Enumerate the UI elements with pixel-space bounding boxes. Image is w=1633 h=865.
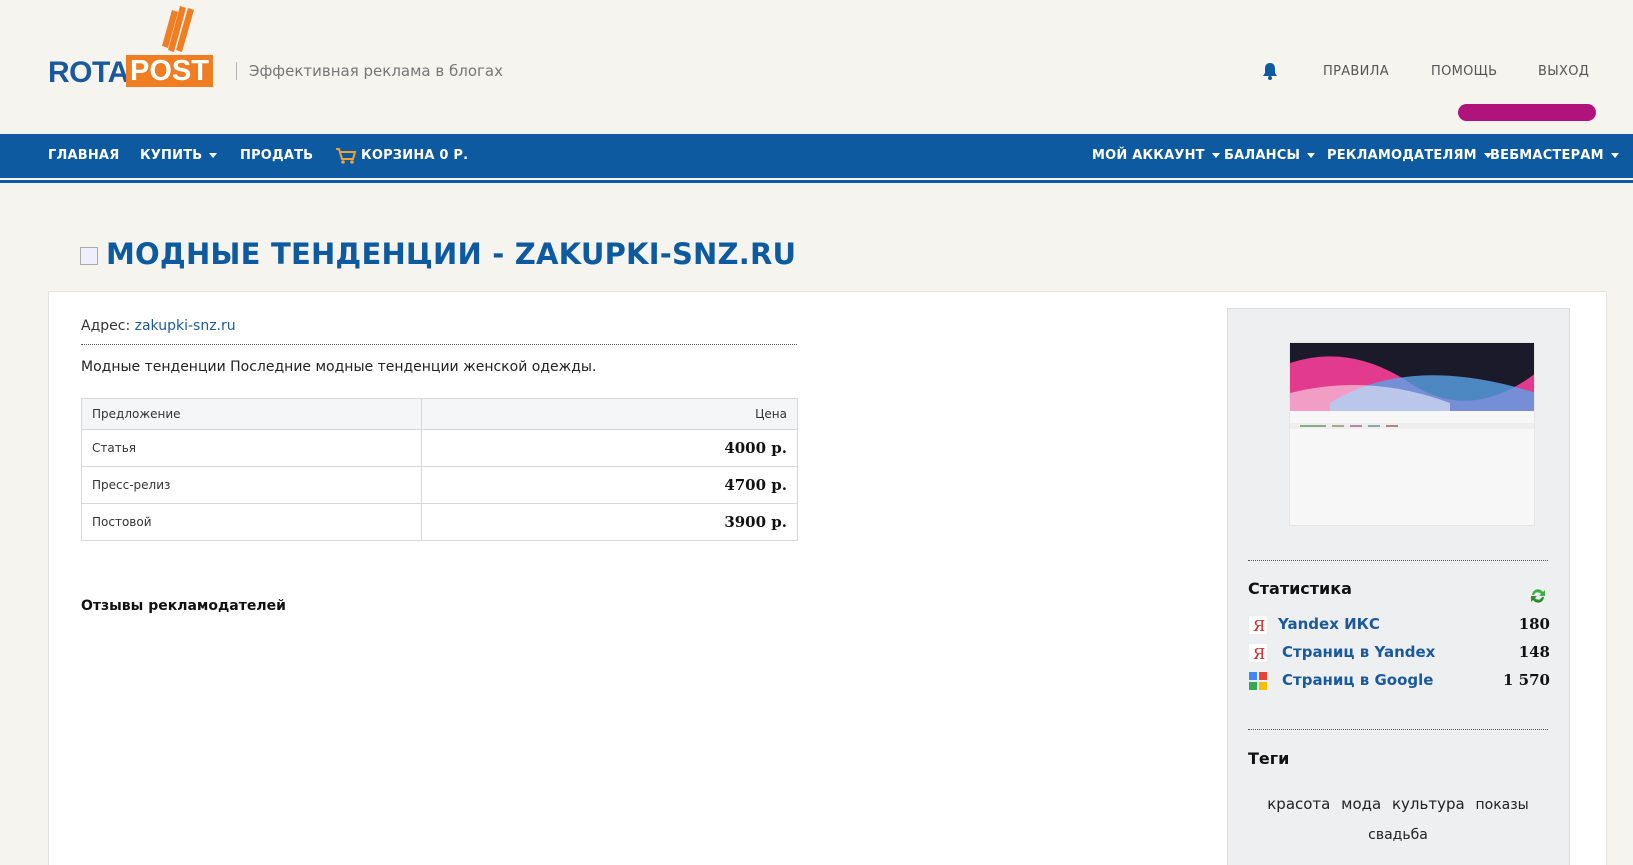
nav-label: ГЛАВНАЯ [48,148,120,163]
google-icon [1249,672,1267,690]
pencil-logo-icon [162,6,194,52]
logo-text-post: POST [126,55,213,87]
offer-name: Постовой [81,503,422,541]
offer-name: Статья [81,429,422,467]
site-card: Адрес: zakupki-snz.ru Модные тенденции П… [48,291,1607,865]
col-header-offer[interactable]: Предложение [81,398,422,430]
bell-icon[interactable] [1260,61,1280,81]
logo-text-rota: ROTA [48,56,129,89]
tagline: Эффективная реклама в блогах [236,62,503,80]
reviews-heading: Отзывы рекламодателей [81,598,286,614]
address: Адрес: zakupki-snz.ru [81,318,236,334]
stat-row-yandex-iks: Я Yandex ИКС 180 [1248,613,1550,637]
table-row[interactable]: Постовой 3900 р. [81,503,798,541]
header: ROTA POST Эффективная реклама в блогах П… [0,0,1633,134]
site-screenshot-thumbnail[interactable] [1289,342,1535,526]
rotapost-logo[interactable]: ROTA POST [48,0,223,90]
stats-heading: Статистика [1248,579,1352,598]
yandex-icon: Я [1248,615,1268,635]
stat-value: 1 570 [1503,671,1550,689]
stat-row-google-pages: Страниц в Google 1 570 [1248,669,1550,693]
tag-link[interactable]: свадьба [1368,821,1428,850]
nav-label: ПРОДАТЬ [240,148,314,163]
cart-icon [336,147,357,164]
nav-label: ВЕБМАСТЕРАМ [1490,148,1604,163]
nav-item-home[interactable]: ГЛАВНАЯ [48,134,119,178]
logout-link[interactable]: ВЫХОД [1538,64,1589,79]
table-header-row: Предложение Цена [81,398,798,430]
yandex-icon: Я [1248,643,1268,663]
address-link[interactable]: zakupki-snz.ru [135,318,236,334]
promo-pill[interactable] [1458,104,1596,121]
divider [1248,729,1548,730]
address-label: Адрес: [81,318,131,334]
rules-link[interactable]: ПРАВИЛА [1323,64,1389,79]
stat-row-yandex-pages: Я Страниц в Yandex 148 [1248,641,1550,665]
nav-label: БАЛАНСЫ [1224,148,1301,163]
nav-label: КОРЗИНА 0 Р. [361,148,469,163]
tag-link[interactable]: красота [1267,790,1330,819]
caret-down-icon [1610,153,1619,158]
tags-cloud: красота мода культура показы свадьба [1248,790,1548,850]
tag-link[interactable]: культура [1392,790,1465,819]
table-row[interactable]: Пресс-релиз 4700 р. [81,466,798,504]
nav-item-cart[interactable]: КОРЗИНА 0 Р. [335,134,468,178]
thumbnail-image [1290,343,1534,525]
nav-item-advertisers[interactable]: РЕКЛАМОДАТЕЛЯМ [1327,134,1492,178]
divider [81,344,797,345]
stat-label[interactable]: Страниц в Yandex [1282,643,1435,661]
svg-text:Я: Я [1253,617,1265,635]
nav-divider [0,180,1633,183]
tags-heading: Теги [1248,749,1290,768]
offers-table: Предложение Цена Статья 4000 р. Пресс-ре… [81,398,798,541]
stat-label[interactable]: Yandex ИКС [1278,615,1380,633]
nav-item-my-account[interactable]: МОЙ АККАУНТ [1092,134,1220,178]
stat-label[interactable]: Страниц в Google [1282,671,1433,689]
tag-link[interactable]: мода [1341,790,1381,819]
nav-label: КУПИТЬ [140,148,203,163]
nav-item-buy[interactable]: КУПИТЬ [140,134,218,178]
page-title: МОДНЫЕ ТЕНДЕНЦИИ - ZAKUPKI-SNZ.RU [106,237,797,271]
stat-value: 180 [1518,615,1550,633]
nav-item-balances[interactable]: БАЛАНСЫ [1224,134,1316,178]
offer-price: 4000 р. [421,429,798,467]
offer-price: 3900 р. [421,503,798,541]
nav-item-sell[interactable]: ПРОДАТЬ [240,134,313,178]
nav-label: МОЙ АККАУНТ [1092,148,1205,163]
table-row[interactable]: Статья 4000 р. [81,429,798,467]
nav-item-webmasters[interactable]: ВЕБМАСТЕРАМ [1490,134,1619,178]
caret-down-icon [209,153,218,158]
sidebar: Статистика Я Yandex ИКС 180 Я Страниц в … [1227,308,1570,865]
offer-price: 4700 р. [421,466,798,504]
caret-down-icon [1211,153,1220,158]
refresh-icon[interactable] [1528,586,1548,606]
site-favicon-icon [80,247,98,265]
offer-name: Пресс-релиз [81,466,422,504]
col-header-price[interactable]: Цена [421,398,798,430]
caret-down-icon [1307,153,1316,158]
tag-link[interactable]: показы [1475,791,1528,820]
stat-value: 148 [1518,643,1550,661]
divider [1248,560,1548,561]
main-nav: ГЛАВНАЯ КУПИТЬ ПРОДАТЬ КОРЗИНА 0 Р. МОЙ … [0,134,1633,178]
site-description: Модные тенденции Последние модные тенден… [81,359,597,375]
help-link[interactable]: ПОМОЩЬ [1431,64,1497,79]
nav-label: РЕКЛАМОДАТЕЛЯМ [1327,148,1477,163]
svg-text:Я: Я [1253,645,1265,663]
